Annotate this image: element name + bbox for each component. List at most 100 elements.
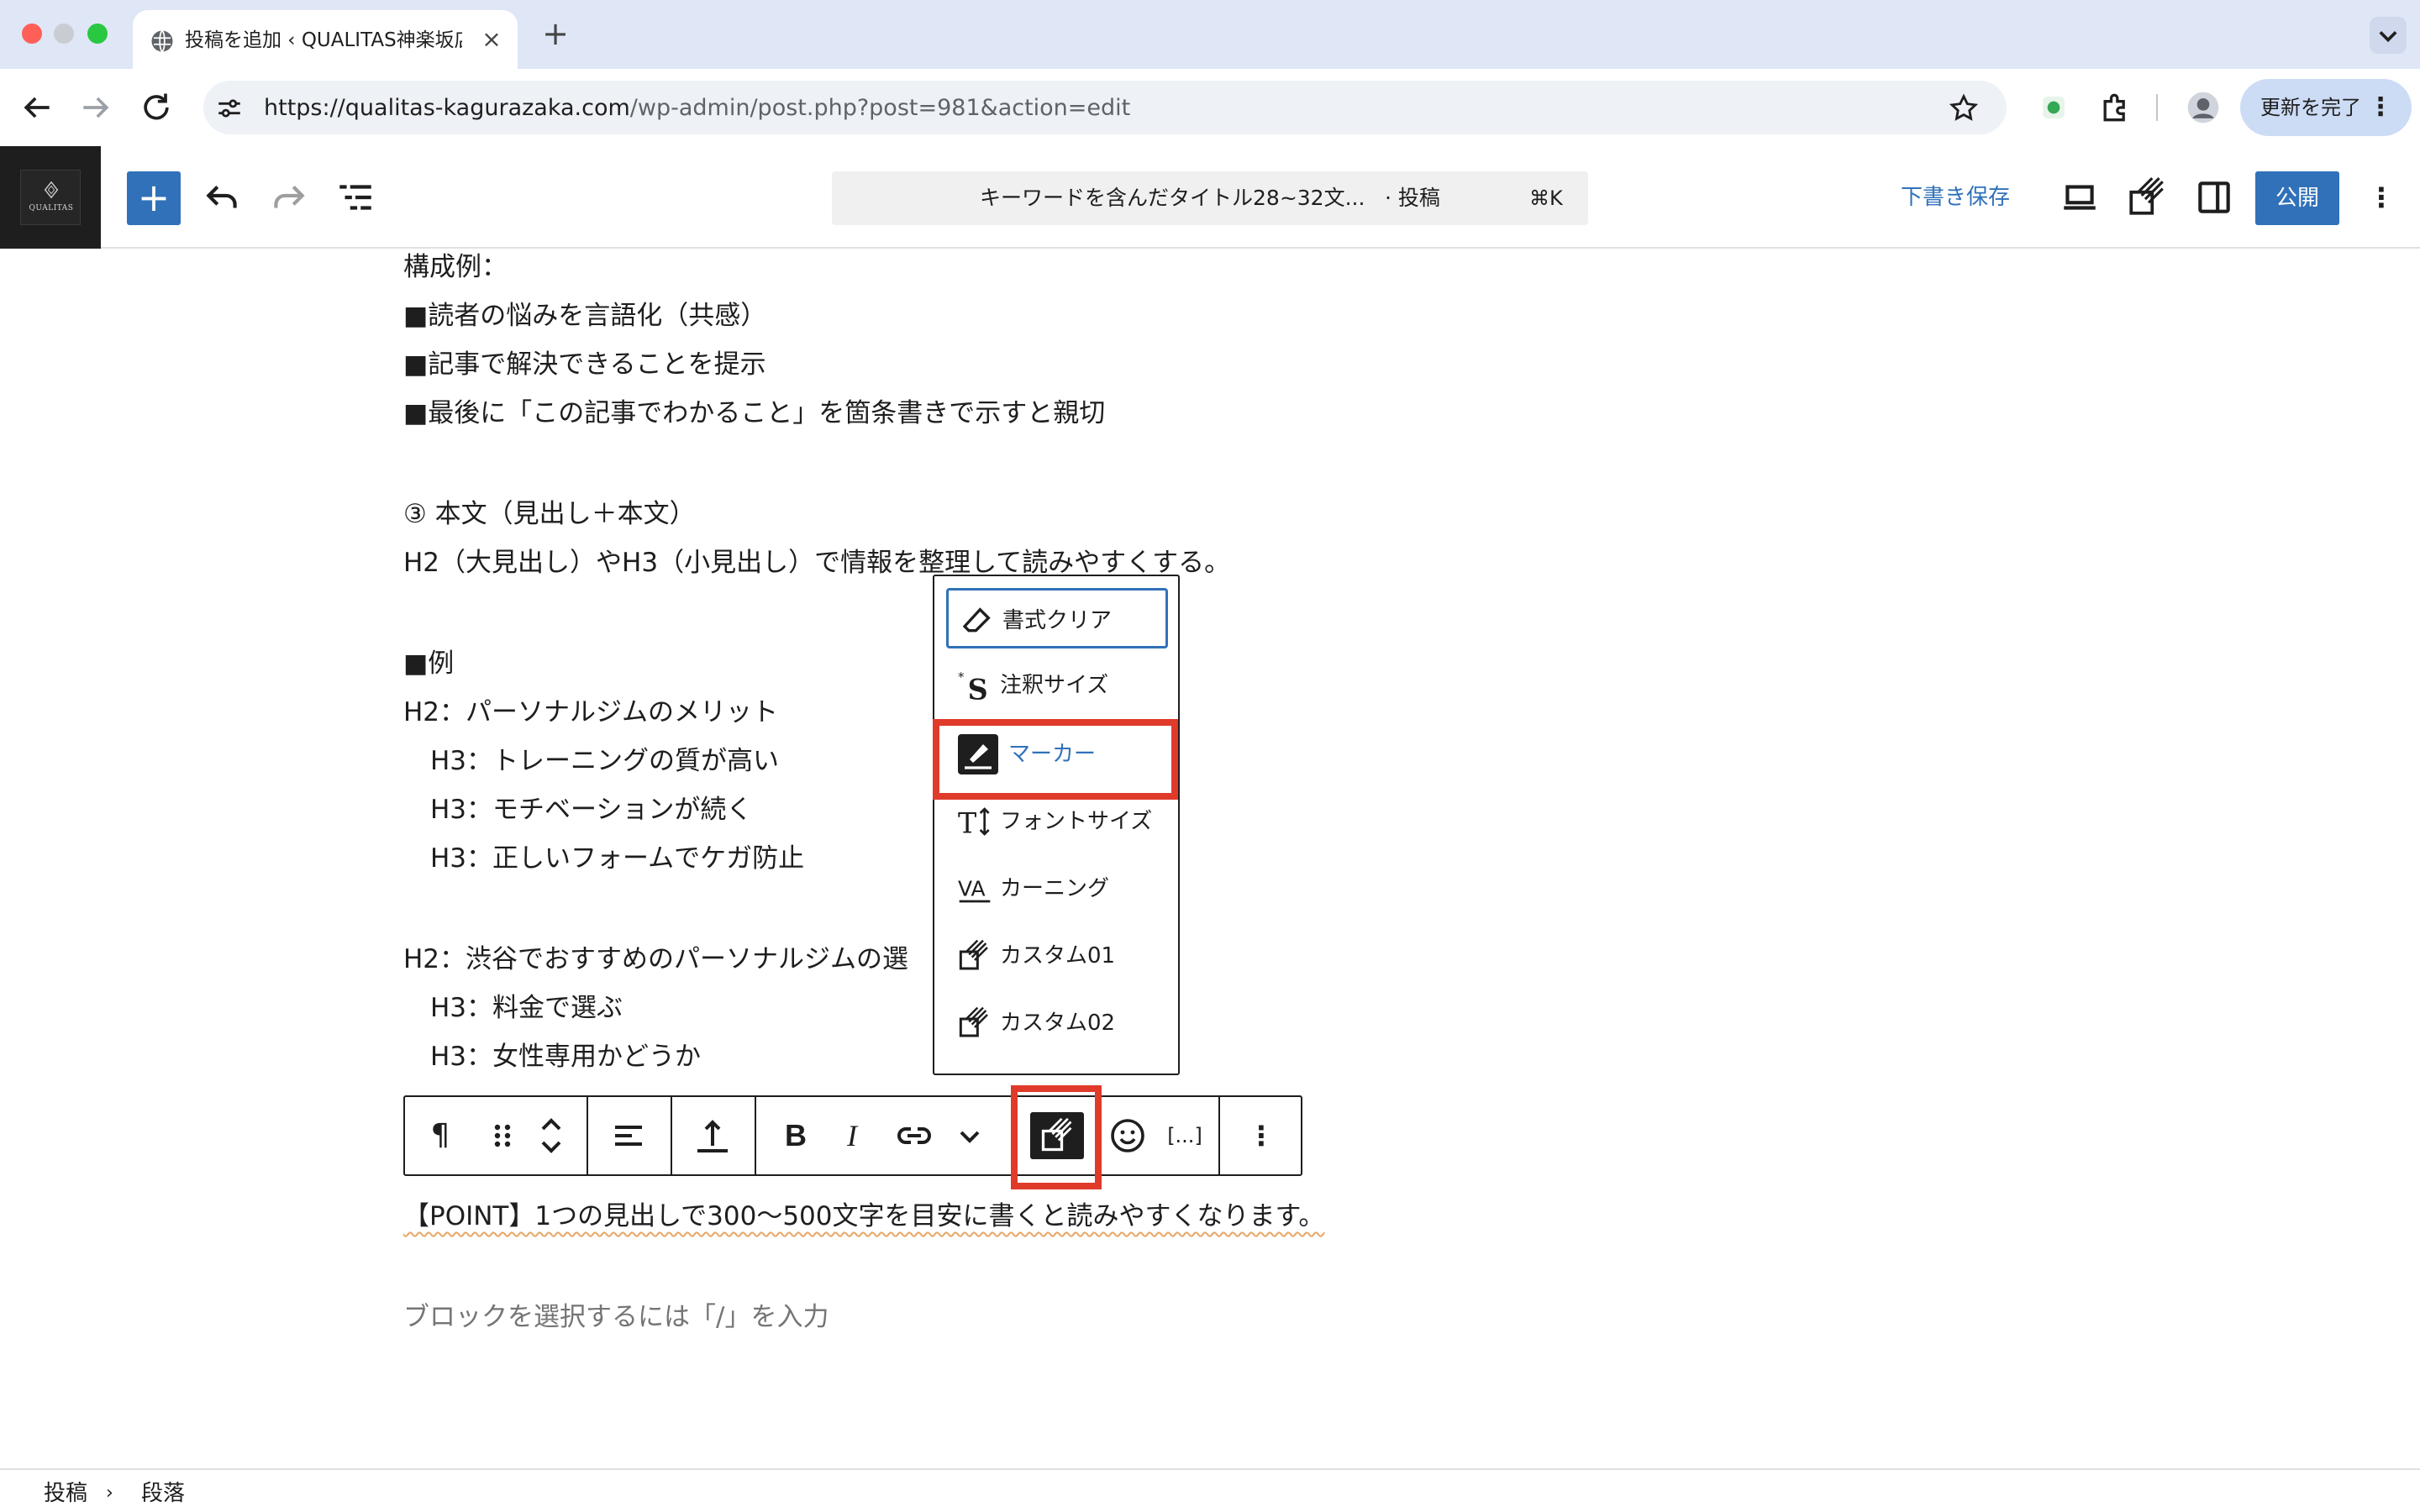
menu-item-label: 書式クリア	[1002, 608, 1113, 633]
block-options-button[interactable]: ⋮	[1240, 1114, 1282, 1158]
vertical-spacing-icon[interactable]	[692, 1116, 733, 1156]
paragraph-line[interactable]: H3：女性専用かどうか	[430, 1038, 701, 1075]
preview-laptop-icon[interactable]	[2059, 176, 2101, 218]
bookmark-star-icon[interactable]	[1948, 92, 1980, 124]
update-browser-button[interactable]: 更新を完了 ⋮	[2240, 79, 2412, 136]
url-host: https://qualitas-kagurazaka.com	[264, 95, 630, 121]
paragraph-line[interactable]: ■読者の悩みを言語化（共感）	[403, 297, 766, 334]
logo-text: QUALITAS	[29, 204, 74, 213]
emoji-smile-icon[interactable]	[1107, 1116, 1148, 1156]
settings-sidebar-icon[interactable]	[2193, 176, 2235, 218]
block-placeholder[interactable]: ブロックを選択するには「/」を入力	[403, 1299, 829, 1336]
svg-text:VA: VA	[958, 876, 986, 900]
bold-button[interactable]: B	[776, 1114, 815, 1158]
breadcrumb-item-paragraph[interactable]: 段落	[141, 1475, 185, 1512]
menu-item-label: カスタム02	[1000, 1011, 1116, 1036]
chevron-down-icon[interactable]	[950, 1116, 990, 1156]
options-menu-button[interactable]: ⋮	[2365, 176, 2398, 218]
back-arrow-icon[interactable]	[18, 89, 55, 126]
block-toolbar: ¶ B I [...] ⋮	[403, 1095, 1302, 1176]
tab-title: 投稿を追加 ‹ QUALITAS神楽坂店	[185, 29, 462, 51]
menu-item-custom-01[interactable]: カスタム01	[946, 926, 1168, 986]
paragraph-line[interactable]: ③ 本文（見出し＋本文）	[403, 496, 696, 533]
paragraph-block-icon[interactable]: ¶	[424, 1114, 457, 1158]
paragraph-line[interactable]: H3：正しいフォームでケガ防止	[430, 840, 804, 877]
url-text[interactable]: https://qualitas-kagurazaka.com/wp-admin…	[264, 94, 1130, 123]
maximize-window-button[interactable]	[87, 24, 108, 44]
document-overview-icon[interactable]	[334, 176, 376, 218]
profile-avatar-icon[interactable]	[2185, 89, 2222, 126]
paragraph-line[interactable]: ■記事で解決できることを提示	[403, 346, 766, 383]
globe-icon	[151, 29, 173, 53]
reload-icon[interactable]	[138, 89, 175, 126]
command-palette-bar[interactable]: キーワードを含んだタイトル28~32文... · 投稿 ⌘K	[832, 171, 1588, 225]
paragraph-line[interactable]: H3：料金で選ぶ	[430, 990, 623, 1026]
italic-button[interactable]: I	[835, 1114, 869, 1158]
document-type: · 投稿	[1385, 186, 1440, 210]
tab-close-button[interactable]: ×	[477, 25, 506, 54]
selected-paragraph[interactable]: 【POINT】1つの見出しで300〜500文字を目安に書くと読みやすくなります。	[403, 1198, 1324, 1235]
menu-item-label: フォントサイズ	[1000, 809, 1153, 834]
custom-format-icon	[959, 1006, 988, 1037]
close-window-button[interactable]	[22, 24, 42, 44]
menu-item-label: カスタム01	[1000, 943, 1116, 969]
save-draft-button[interactable]: 下書き保存	[1901, 176, 2010, 218]
minimize-window-button[interactable]	[54, 24, 74, 44]
menu-item-annotation-size[interactable]: * S 注釈サイズ	[946, 655, 1168, 716]
update-button-label: 更新を完了	[2260, 96, 2361, 119]
publish-button[interactable]: 公開	[2255, 171, 2339, 225]
undo-icon[interactable]	[202, 176, 244, 218]
menu-item-clear-format[interactable]: 書式クリア	[946, 588, 1168, 648]
new-tab-button[interactable]: +	[538, 17, 573, 52]
breadcrumb-item-post[interactable]: 投稿	[44, 1475, 87, 1512]
paragraph-line[interactable]: ■最後に「この記事でわかること」を箇条書きで示すと親切	[403, 395, 1105, 432]
url-path: /wp-admin/post.php?post=981&action=edit	[629, 95, 1131, 121]
browser-tab-bar: 投稿を追加 ‹ QUALITAS神楽坂店 × +	[0, 0, 2420, 69]
format-custom-icon[interactable]	[2126, 176, 2168, 218]
editor-header: QUALITAS + キーワードを含んだタイトル28~32文... · 投稿 ⌘…	[0, 146, 2420, 249]
paragraph-line[interactable]: H3：トレーニングの質が高い	[430, 743, 779, 780]
eraser-icon	[962, 607, 991, 633]
forward-arrow-icon[interactable]	[77, 89, 114, 126]
browser-tab[interactable]: 投稿を追加 ‹ QUALITAS神楽坂店 ×	[133, 10, 518, 69]
drag-handle-icon[interactable]	[482, 1116, 523, 1156]
menu-item-kerning[interactable]: VA カーニング	[946, 858, 1168, 919]
site-settings-icon[interactable]	[215, 94, 244, 123]
svg-text:S: S	[968, 674, 988, 702]
command-shortcut: ⌘K	[1529, 186, 1563, 210]
kerning-icon: VA	[958, 876, 991, 903]
menu-item-font-size[interactable]: T フォントサイズ	[946, 791, 1168, 852]
breadcrumb-separator: ›	[106, 1483, 113, 1504]
svg-text:T: T	[958, 806, 976, 838]
document-title: キーワードを含んだタイトル28~32文...	[980, 186, 1365, 210]
editor-canvas[interactable]: 構成例： ■読者の悩みを言語化（共感） ■記事で解決できることを提示 ■最後に「…	[0, 249, 2420, 1467]
align-left-icon[interactable]	[608, 1116, 649, 1156]
menu-item-custom-02[interactable]: カスタム02	[946, 993, 1168, 1053]
add-block-button[interactable]: +	[127, 171, 181, 225]
link-icon[interactable]	[894, 1116, 934, 1156]
site-logo-button[interactable]: QUALITAS	[0, 146, 101, 249]
chevron-down-icon	[2379, 31, 2397, 43]
svg-text:*: *	[958, 669, 965, 685]
redo-icon[interactable]	[267, 176, 309, 218]
custom-format-icon	[959, 939, 988, 970]
paragraph-line[interactable]: H3：モチベーションが続く	[430, 791, 752, 828]
site-logo: QUALITAS	[20, 170, 81, 225]
paragraph-line[interactable]: H2：パーソナルジムのメリット	[403, 694, 778, 731]
paragraph-line[interactable]: H2：渋谷でおすすめのパーソナルジムの選	[403, 941, 908, 978]
toolbar-separator	[755, 1097, 756, 1174]
browser-toolbar: https://qualitas-kagurazaka.com/wp-admin…	[0, 69, 2420, 146]
tab-search-button[interactable]	[2370, 17, 2407, 54]
browser-menu-icon[interactable]: ⋮	[2368, 79, 2393, 136]
extension-icon[interactable]	[2035, 89, 2072, 126]
puzzle-extensions-icon[interactable]	[2097, 89, 2134, 126]
address-bar[interactable]: https://qualitas-kagurazaka.com/wp-admin…	[203, 81, 2007, 134]
logo-emblem-icon	[44, 181, 59, 199]
toolbar-divider	[2156, 94, 2158, 121]
toolbar-separator	[1218, 1097, 1220, 1174]
menu-item-label: カーニング	[1000, 876, 1110, 901]
shortcode-button[interactable]: [...]	[1158, 1114, 1212, 1158]
paragraph-line[interactable]: 構成例：	[403, 249, 508, 286]
move-up-down-icon[interactable]	[531, 1112, 571, 1159]
paragraph-line[interactable]: ■例	[403, 645, 454, 682]
